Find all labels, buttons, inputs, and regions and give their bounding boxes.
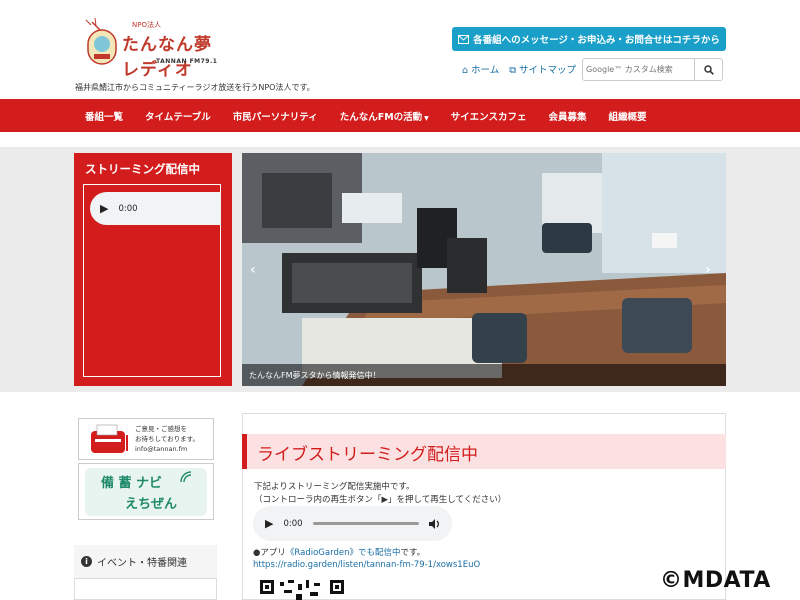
logo-small-text: NPO法人 [132,21,161,29]
contact-button[interactable]: 各番組へのメッセージ・お申込み・お問合せはコチラから [452,27,726,51]
play-icon[interactable]: ▶ [100,202,108,215]
home-link-label: ホーム [471,65,500,76]
search-icon [703,64,714,75]
streaming-panel-title: ストリーミング配信中 [85,162,200,176]
hero-caption-text: たんなんFM夢スタから情報発信中！ [249,370,381,380]
nav-item-activities[interactable]: たんなんFMの活動 ▼ [329,109,440,123]
nav-item-science-cafe[interactable]: サイエンスカフェ [440,109,538,123]
search-input[interactable] [582,58,695,81]
mailbox-icon [91,424,128,453]
app-info-line: ●アプリ《RadioGarden》でも配信中です。 [253,546,425,558]
feedback-banner-text: ご意見・ご感想を お待ちしております。 info@tannan.fm [135,424,199,454]
site-tagline: 福井県鯖江市からコミュニティーラジオ放送を行うNPO法人です。 [75,83,315,92]
nav-item-organization[interactable]: 組織概要 [598,109,658,123]
bichiku-navi-banner[interactable]: 備 蓄 ナビ えちぜん [78,463,214,520]
player-progress-bar[interactable] [312,522,419,525]
live-streaming-heading-text: ライブストリーミング配信中 [257,445,478,465]
player-time: 0:00 [283,518,303,529]
nav-item-membership[interactable]: 会員募集 [538,109,598,123]
contact-button-label: 各番組へのメッセージ・お申込み・お問合せはコチラから [473,35,720,46]
live-streaming-heading: ライブストリーミング配信中 [242,434,726,469]
studio-photo [242,153,726,386]
hero-caption: たんなんFM夢スタから情報発信中！ [242,364,726,386]
watermark: ©MDATA [660,568,771,593]
radio-icon [85,18,117,65]
nav-item-programs[interactable]: 番組一覧 [74,109,134,123]
player-time: 0:00 [118,203,138,214]
sitemap-link[interactable]: ⧉ サイトマップ [509,62,576,76]
search-button[interactable] [695,58,723,81]
nav-item-activities-label: たんなんFMの活動 [339,111,423,123]
envelope-icon [458,34,470,44]
radiogarden-link[interactable]: 《RadioGarden》でも配信中 [286,548,401,558]
search-form [582,58,723,81]
app-info-prefix: ●アプリ [253,548,286,558]
carousel-next-arrow[interactable]: › [705,262,711,278]
sitemap-icon: ⧉ [509,65,517,76]
volume-icon[interactable] [429,518,440,529]
app-info-suffix: です。 [400,548,426,558]
logo-main-text: たんなん夢レディオ [122,35,212,80]
feedback-line-1: ご意見・ご感想を [135,425,187,433]
carousel-prev-arrow[interactable]: ‹ [250,262,256,278]
sitemap-link-label: サイトマップ [519,65,577,76]
feedback-banner[interactable]: ご意見・ご感想を お待ちしております。 info@tannan.fm [78,418,214,460]
top-links: ⌂ ホーム ⧉ サイトマップ [462,62,576,76]
page: NPO法人 たんなん夢レディオ TANNAN FM79.1 福井県鯖江市からコミ… [0,0,800,600]
sidebar-audio-player[interactable]: ▶ 0:00 [90,192,221,225]
info-icon: i [81,556,92,567]
bichiku-navi-line2: えちぜん [125,497,178,512]
play-icon[interactable]: ▶ [265,517,273,530]
home-link[interactable]: ⌂ ホーム [462,62,499,76]
qr-code-icon [260,580,344,600]
nav-item-timetable[interactable]: タイムテーブル [134,109,222,123]
streaming-instructions: 下記よりストリーミング配信実施中です。 （コントローラ内の再生ボタン「▶」を押し… [254,481,506,507]
studio-photo-art [242,153,726,386]
caret-down-icon: ▼ [424,114,429,122]
event-panel-header[interactable]: i イベント・特番関連 [74,545,217,579]
home-icon: ⌂ [462,65,469,76]
main-audio-player[interactable]: ▶ 0:00 [253,506,452,541]
site-logo[interactable]: NPO法人 たんなん夢レディオ TANNAN FM79.1 [82,18,222,80]
feedback-line-3: info@tannan.fm [135,445,188,453]
bichiku-navi-line1: 備 蓄 ナビ [101,476,163,491]
signal-icon [180,471,192,483]
feedback-line-2: お待ちしております。 [135,435,199,443]
event-panel-title: イベント・特番関連 [97,558,187,569]
main-nav: 番組一覧 タイムテーブル 市民パーソナリティ たんなんFMの活動 ▼ サイエンスカ… [0,99,800,132]
logo-sub-text: TANNAN FM79.1 [156,58,218,65]
nav-item-personalities[interactable]: 市民パーソナリティ [222,109,329,123]
radiogarden-url-link[interactable]: https://radio.garden/listen/tannan-fm-79… [253,560,480,570]
instruction-line-1: 下記よりストリーミング配信実施中です。 [254,482,415,492]
